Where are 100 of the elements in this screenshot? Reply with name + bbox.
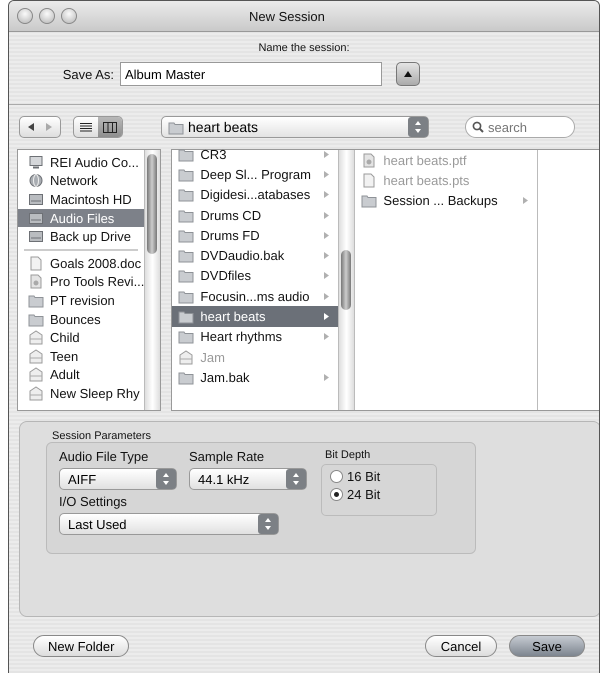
disclosure-arrow-icon — [323, 170, 330, 179]
radio-label: 16 Bit — [347, 469, 380, 484]
radio-label: 24 Bit — [347, 487, 380, 502]
column-view-icon — [103, 122, 117, 132]
file-item[interactable]: Session ... Backups — [355, 190, 538, 211]
drive-icon — [28, 210, 44, 226]
sidebar-item[interactable]: Macintosh HD — [18, 190, 144, 209]
column-view-button[interactable] — [98, 117, 122, 137]
save-as-label: Save As: — [62, 66, 114, 82]
stepper-arrows-icon — [258, 514, 278, 534]
file-item[interactable]: Digidesi...atabases — [172, 184, 338, 205]
disclosure-arrow-icon — [522, 196, 530, 206]
file-item[interactable]: heart beats — [172, 306, 338, 327]
folder-icon — [178, 268, 194, 284]
document-icon — [28, 256, 44, 271]
sidebar-item[interactable]: Pro Tools Revi... — [18, 272, 144, 292]
disclosure-arrow-icon — [323, 251, 330, 260]
sidebar-item[interactable]: New Sleep Rhy — [18, 384, 144, 403]
sidebar-item[interactable]: PT revision — [18, 291, 144, 310]
file-item[interactable]: DVDaudio.bak — [172, 245, 338, 266]
spreadsheet-icon — [178, 350, 194, 365]
sidebar-item[interactable]: REI Audio Co... — [18, 153, 144, 172]
scrollbar[interactable] — [338, 150, 354, 410]
sidebar-item[interactable]: Child — [18, 328, 144, 347]
sidebar-item[interactable]: Adult — [18, 366, 144, 384]
group-title: Session Parameters — [52, 430, 152, 442]
folder-icon — [361, 193, 378, 208]
list-view-icon — [79, 122, 93, 132]
file-item[interactable]: Focusin...ms audio — [172, 286, 338, 306]
folder-icon — [178, 248, 194, 264]
file-name-field[interactable]: Album Master — [120, 62, 382, 86]
folder-icon — [28, 292, 44, 308]
spreadsheet-icon — [28, 348, 44, 364]
scrollbar[interactable] — [144, 150, 160, 410]
disclosure-arrow-icon — [323, 190, 330, 200]
session-file-icon — [361, 152, 378, 168]
sidebar-item[interactable]: Teen — [18, 346, 144, 366]
disclosure-arrow-icon — [323, 210, 330, 220]
disclosure-arrow-icon — [323, 332, 330, 342]
forward-arrow-icon[interactable] — [44, 122, 54, 132]
disclosure-arrow-icon — [323, 312, 330, 322]
stepper-arrows-icon — [156, 469, 176, 489]
prompt-text: Name the session: — [257, 42, 351, 54]
folder-icon — [178, 329, 194, 344]
sidebar-item[interactable]: Goals 2008.doc — [18, 254, 144, 273]
back-forward-control[interactable] — [19, 116, 61, 138]
window-title: New Session — [249, 8, 325, 24]
folder-icon — [178, 288, 194, 304]
sidebar-item[interactable]: Bounces — [18, 310, 144, 328]
drive-icon — [28, 229, 44, 244]
file-item[interactable]: CR3 — [172, 144, 338, 164]
window-control-icon[interactable] — [61, 8, 77, 24]
file-item[interactable]: Deep Sl... Program — [172, 164, 338, 185]
radio-button[interactable] — [330, 488, 343, 501]
stepper-arrows-icon — [408, 117, 428, 137]
folder-icon — [178, 187, 194, 202]
disclosure-arrow-icon — [323, 150, 330, 159]
window-control-icon[interactable] — [17, 8, 33, 24]
session-file-icon — [28, 274, 44, 290]
file-item[interactable]: Jam.bak — [172, 367, 338, 388]
folder-icon — [178, 208, 194, 223]
cancel-button[interactable]: Cancel — [425, 635, 497, 657]
back-arrow-icon[interactable] — [26, 122, 36, 132]
disclosure-arrow-icon — [323, 372, 330, 382]
globe-icon — [28, 173, 44, 188]
up-triangle-icon — [403, 70, 413, 78]
radio-button[interactable] — [330, 470, 343, 483]
collapse-button[interactable] — [396, 62, 420, 86]
new-folder-button[interactable]: New Folder — [33, 635, 130, 657]
search-field[interactable]: search — [465, 116, 575, 138]
sidebar-item[interactable]: Audio Files — [18, 208, 144, 228]
search-icon — [472, 121, 484, 133]
location-popup[interactable]: heart beats — [161, 116, 429, 138]
folder-icon — [168, 120, 184, 134]
field-label: Sample Rate — [189, 449, 266, 464]
file-item[interactable]: Drums CD — [172, 204, 338, 226]
folder-icon — [28, 312, 44, 327]
computer-icon — [28, 154, 44, 170]
file-item[interactable]: Drums FD — [172, 225, 338, 246]
field-label: Audio File Type — [59, 449, 150, 464]
disclosure-arrow-icon — [323, 230, 330, 240]
file-item[interactable]: Heart rhythms — [172, 326, 338, 347]
spreadsheet-icon — [28, 330, 44, 346]
sidebar-item[interactable]: Back up Drive — [18, 227, 144, 246]
folder-icon — [178, 228, 194, 243]
window-control-icon[interactable] — [39, 8, 55, 24]
sample-rate-popup[interactable]: 44.1 kHz — [189, 468, 307, 490]
audio-file-type-popup[interactable]: AIFF — [59, 468, 177, 490]
group-title: Bit Depth — [325, 449, 372, 461]
io-settings-popup[interactable]: Last Used — [59, 513, 279, 535]
spreadsheet-icon — [28, 386, 44, 401]
disclosure-arrow-icon — [323, 271, 330, 280]
stepper-arrows-icon — [286, 469, 306, 489]
save-button[interactable]: Save — [509, 635, 585, 657]
file-item[interactable]: DVDfiles — [172, 266, 338, 286]
drive-icon — [28, 192, 44, 207]
folder-icon — [178, 370, 194, 385]
folder-icon — [178, 309, 194, 324]
sidebar-item[interactable]: Network — [18, 172, 144, 190]
disclosure-arrow-icon — [323, 292, 330, 301]
